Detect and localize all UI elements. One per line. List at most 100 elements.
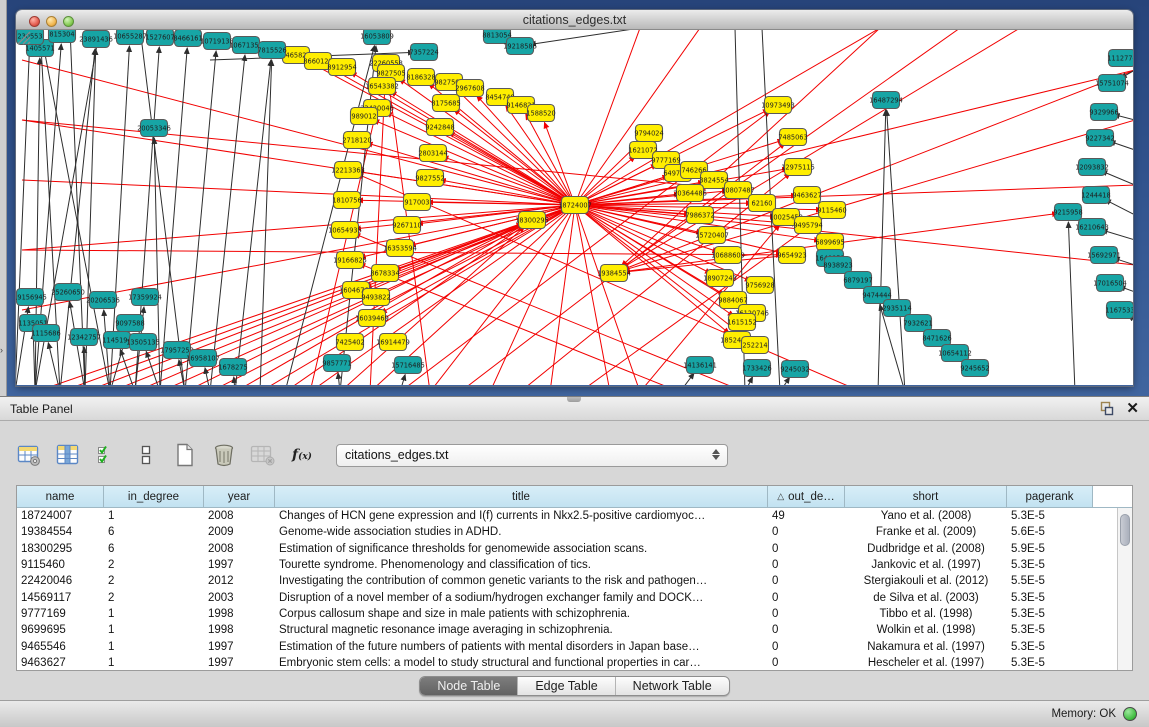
graph-node[interactable]: 10973493	[761, 97, 795, 114]
graph-node[interactable]: 8938923	[823, 257, 852, 274]
citation-edge-red[interactable]	[210, 205, 575, 385]
graph-node[interactable]: 9857771	[322, 355, 351, 372]
graph-node[interactable]: 18907243	[703, 270, 737, 287]
column-header-indegree[interactable]: in_degree	[104, 486, 204, 507]
graph-node[interactable]: 8175685	[431, 95, 460, 112]
graph-node[interactable]: 15720407	[695, 227, 729, 244]
citation-edge-black[interactable]	[887, 110, 905, 385]
graph-node[interactable]: 8912954	[327, 59, 356, 76]
graph-node[interactable]: 1167533	[1105, 302, 1133, 319]
graph-node[interactable]: 9493822	[361, 289, 390, 306]
graph-node[interactable]: 8678334	[370, 265, 399, 282]
tab-node-table[interactable]: Node Table	[420, 677, 517, 695]
graph-node[interactable]: 1678275	[218, 359, 247, 376]
graph-node[interactable]: 12342757	[67, 329, 101, 346]
graph-node[interactable]: 9756928	[745, 277, 774, 294]
graph-node[interactable]: 18724007	[558, 197, 592, 214]
graph-node[interactable]: 16487294	[869, 92, 903, 109]
graph-node[interactable]: 16053809	[360, 30, 394, 45]
graph-node[interactable]: 1615152	[727, 314, 756, 331]
graph-node[interactable]: 6899695	[815, 234, 844, 251]
resize-grip[interactable]	[16, 30, 32, 46]
delete-table-icon[interactable]	[248, 440, 278, 470]
graph-node[interactable]: 20206536	[86, 292, 120, 309]
graph-node[interactable]: 9654923	[777, 247, 806, 264]
table-row[interactable]: 969969511998Structural magnetic resonanc…	[17, 622, 1117, 638]
graph-node[interactable]: 25260650	[51, 284, 85, 301]
citation-edge-black[interactable]	[1068, 222, 1075, 385]
table-row[interactable]: 946362711997Embryonic stem cells: a mode…	[17, 655, 1117, 670]
citation-edge-red[interactable]	[623, 30, 1020, 268]
graph-node[interactable]: 15716485	[391, 357, 425, 374]
graph-node[interactable]: 12213363	[331, 162, 365, 179]
graph-node[interactable]: 1115686	[31, 325, 60, 342]
graph-node[interactable]: 16210643	[1075, 219, 1109, 236]
graph-node[interactable]: 17359924	[128, 289, 162, 306]
function-builder-icon[interactable]: f(x)	[287, 440, 317, 470]
graph-node[interactable]: 9794024	[634, 125, 663, 142]
graph-node[interactable]: 1527607	[145, 30, 174, 46]
graph-node[interactable]: 9827552	[415, 170, 444, 187]
graph-node[interactable]: 14136141	[683, 357, 717, 374]
table-row[interactable]: 977716911998Corpus callosum shape and si…	[17, 606, 1117, 622]
graph-node[interactable]: 9227342	[1085, 130, 1114, 147]
column-header-year[interactable]: year	[204, 486, 275, 507]
network-window[interactable]: citations_edges.txt 18724007183002951938…	[16, 10, 1133, 386]
graph-node[interactable]: 1810756	[332, 192, 361, 209]
citation-edge-black[interactable]	[1102, 230, 1133, 240]
graph-node[interactable]: 2935114	[882, 300, 911, 317]
graph-node[interactable]: 20364486	[673, 185, 707, 202]
tab-edge-table[interactable]: Edge Table	[517, 677, 614, 695]
panel-divider-handle[interactable]	[567, 397, 581, 402]
table-row[interactable]: 1938455462009Genome-wide association stu…	[17, 524, 1117, 540]
graph-node[interactable]: 16353594	[383, 240, 417, 257]
graph-node[interactable]: 20053346	[137, 120, 171, 137]
graph-node[interactable]: 7815526	[257, 42, 286, 59]
select-all-icon[interactable]	[92, 440, 122, 470]
citation-edge-black[interactable]	[400, 375, 405, 385]
citation-edge-black[interactable]	[160, 48, 187, 385]
citation-edge-black[interactable]	[780, 377, 790, 385]
graph-node[interactable]: 9329966	[1089, 104, 1118, 121]
graph-node[interactable]: 8186328	[406, 69, 435, 86]
graph-node[interactable]: 9267110	[392, 217, 421, 234]
table-select[interactable]: citations_edges.txt	[336, 444, 728, 467]
tab-network-table[interactable]: Network Table	[615, 677, 729, 695]
graph-node[interactable]: 8466161	[173, 30, 202, 47]
citation-edge-red[interactable]	[575, 205, 610, 385]
citation-edge-red[interactable]	[22, 120, 728, 189]
table-row[interactable]: 946554611997Estimation of the future num…	[17, 638, 1117, 654]
graph-node[interactable]: 9495794	[793, 217, 822, 234]
graph-node[interactable]: 7485063	[778, 129, 807, 146]
panel-collapse-arrow-icon[interactable]: ›	[0, 346, 3, 355]
graph-node[interactable]: 19166825	[333, 252, 367, 269]
graph-node[interactable]: 9245032	[780, 361, 809, 378]
graph-node[interactable]: 989012	[351, 108, 378, 125]
table-scrollbar-thumb[interactable]	[1120, 514, 1130, 546]
graph-node[interactable]: 16543382	[365, 78, 399, 95]
citation-edge-red[interactable]	[430, 205, 575, 385]
graph-node[interactable]: 7425402	[335, 334, 364, 351]
citation-edge-black[interactable]	[745, 377, 753, 385]
graph-node[interactable]: 16958107	[186, 350, 220, 367]
graph-node[interactable]: 10655287	[113, 30, 147, 45]
table-scrollbar[interactable]	[1117, 508, 1132, 670]
graph-node[interactable]: 917003	[404, 194, 431, 211]
citation-edge-black[interactable]	[84, 347, 85, 385]
graph-node[interactable]: 1112774	[1107, 50, 1133, 67]
citation-edge-black[interactable]	[530, 30, 640, 45]
graph-node[interactable]: 19384554	[597, 265, 631, 282]
table-row[interactable]: 2242004622012Investigating the contribut…	[17, 573, 1117, 589]
column-header-outde[interactable]: △out_de…	[768, 486, 845, 507]
citation-edge-black[interactable]	[1101, 171, 1133, 185]
graph-node[interactable]: 2718120	[342, 132, 371, 149]
column-header-short[interactable]: short	[845, 486, 1007, 507]
graph-node[interactable]: 16914479	[376, 334, 410, 351]
delete-icon[interactable]	[209, 440, 239, 470]
graph-node[interactable]: 12093832	[1075, 159, 1109, 176]
graph-node[interactable]: 62160	[749, 195, 776, 212]
table-column-icon[interactable]	[53, 440, 83, 470]
citation-edge-black[interactable]	[680, 373, 694, 385]
network-canvas[interactable]: 1872400718300295193845547465822866012889…	[16, 30, 1133, 385]
graph-node[interactable]: 15692971	[1087, 247, 1121, 264]
